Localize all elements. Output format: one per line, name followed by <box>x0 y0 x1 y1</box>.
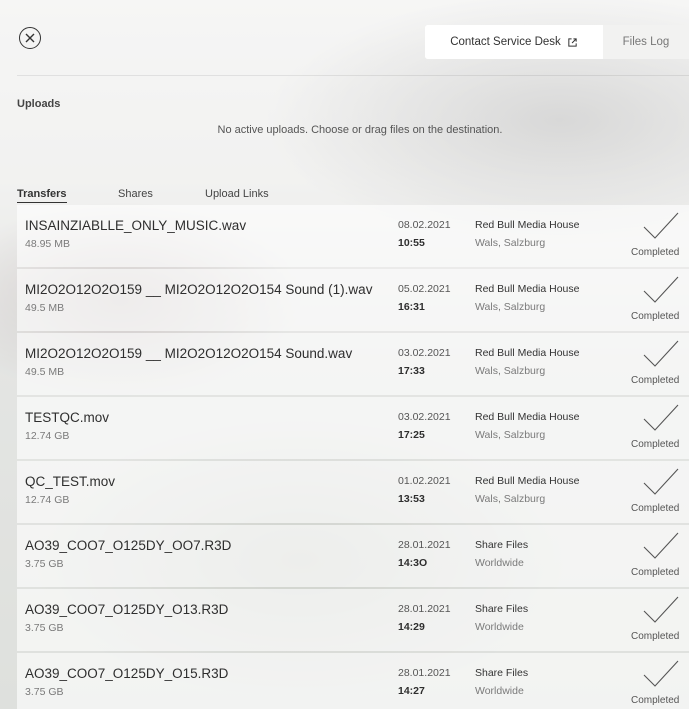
transfer-organization: Red Bull Media House <box>475 411 580 423</box>
transfer-location: Wals, Salzburg <box>475 493 546 505</box>
checkmark-icon <box>643 404 679 431</box>
close-button[interactable] <box>19 27 41 49</box>
transfer-time: 14:27 <box>398 685 425 697</box>
transfer-location: Worldwide <box>475 685 524 697</box>
transfer-row[interactable]: QC_TEST.mov 12.74 GB 01.02.2021 13:53 Red Bu… <box>17 461 689 523</box>
transfer-file-size: 3.75 GB <box>25 622 64 634</box>
transfer-status: Completed <box>631 567 680 578</box>
transfer-file-name: MI2O2O12O2O159 __ MI2O2O12O2O154 Sound (… <box>25 282 373 297</box>
transfer-row[interactable]: MI2O2O12O2O159 __ MI2O2O12O2O154 Sound.w… <box>17 333 689 395</box>
transfer-file-size: 3.75 GB <box>25 686 64 698</box>
transfer-organization: Share Files <box>475 603 529 615</box>
transfer-location: Wals, Salzburg <box>475 429 546 441</box>
transfer-time: 14:29 <box>398 621 425 633</box>
transfer-organization: Red Bull Media House <box>475 283 580 295</box>
close-icon <box>25 33 35 43</box>
transfer-date: 03.02.2021 <box>398 411 451 423</box>
transfer-location: Worldwide <box>475 621 524 633</box>
transfer-organization: Red Bull Media House <box>475 219 580 231</box>
checkmark-icon <box>643 596 679 623</box>
tab-transfers[interactable]: Transfers <box>17 188 118 204</box>
transfer-time: 17:33 <box>398 365 425 377</box>
checkmark-icon <box>643 276 679 303</box>
transfer-file-name: TESTQC.mov <box>25 410 110 425</box>
transfer-row[interactable]: AO39_COO7_O125DY_O15.R3D 3.75 GB 28.01.202… <box>17 653 689 709</box>
transfer-date: 05.02.2021 <box>398 283 451 295</box>
transfer-status: Completed <box>631 375 680 386</box>
contact-service-desk-label: Contact Service Desk <box>450 36 561 48</box>
transfer-row[interactable]: AO39_COO7_O125DY_O13.R3D 3.75 GB 28.01.202… <box>17 589 689 651</box>
transfer-file-name: MI2O2O12O2O159 __ MI2O2O12O2O154 Sound.w… <box>25 346 353 361</box>
transfer-organization: Share Files <box>475 539 529 551</box>
transfer-time: 13:53 <box>398 493 425 505</box>
transfer-date: 03.02.2021 <box>398 347 451 359</box>
transfer-time: 14:3O <box>398 557 428 569</box>
transfer-row[interactable]: TESTQC.mov 12.74 GB 03.02.2021 17:25 Red Bul… <box>17 397 689 459</box>
transfer-organization: Red Bull Media House <box>475 475 580 487</box>
transfer-time: 17:25 <box>398 429 425 441</box>
transfer-status: Completed <box>631 247 680 258</box>
transfer-date: 08.02.2021 <box>398 219 451 231</box>
transfer-status: Completed <box>631 439 680 450</box>
transfer-file-name: QC_TEST.mov <box>25 474 116 489</box>
tab-upload-links[interactable]: Upload Links <box>205 188 285 204</box>
checkmark-icon <box>643 532 679 559</box>
uploads-empty-message: No active uploads. Choose or drag files … <box>217 124 503 136</box>
transfer-organization: Red Bull Media House <box>475 347 580 359</box>
transfer-status: Completed <box>631 695 680 706</box>
checkmark-icon <box>643 212 679 239</box>
transfer-list: INSAINZIABLLE_ONLY_MUSIC.wav 48.95 MB 08.0… <box>17 205 689 709</box>
checkmark-icon <box>643 340 679 367</box>
top-actions: Contact Service Desk Files Log <box>425 25 689 59</box>
external-link-icon <box>568 37 577 47</box>
checkmark-icon <box>643 660 679 687</box>
transfer-date: 28.01.2021 <box>398 603 451 615</box>
uploads-heading: Uploads <box>17 98 61 110</box>
transfer-file-size: 12.74 GB <box>25 494 70 506</box>
transfer-organization: Share Files <box>475 667 529 679</box>
transfer-time: 10:55 <box>398 237 425 249</box>
transfer-row[interactable]: MI2O2O12O2O159 __ MI2O2O12O2O154 Sound (… <box>17 269 689 331</box>
transfer-time: 16:31 <box>398 301 425 313</box>
tab-shares[interactable]: Shares <box>118 188 205 204</box>
transfer-status: Completed <box>631 503 680 514</box>
transfer-file-name: INSAINZIABLLE_ONLY_MUSIC.wav <box>25 218 247 233</box>
transfer-date: 28.01.2021 <box>398 667 451 679</box>
transfer-file-name: AO39_COO7_O125DY_O13.R3D <box>25 602 229 617</box>
checkmark-icon <box>643 468 679 495</box>
transfer-file-size: 12.74 GB <box>25 430 70 442</box>
transfer-date: 01.02.2021 <box>398 475 451 487</box>
transfer-file-size: 49.5 MB <box>25 302 65 314</box>
transfers-panel: Contact Service Desk Files Log Uploads N… <box>0 0 689 709</box>
transfer-status: Completed <box>631 631 680 642</box>
transfer-file-size: 3.75 GB <box>25 558 64 570</box>
transfer-file-size: 48.95 MB <box>25 238 70 250</box>
transfer-status: Completed <box>631 311 680 322</box>
transfer-file-name: AO39_COO7_O125DY_OO7.R3D <box>25 538 232 553</box>
contact-service-desk-button[interactable]: Contact Service Desk <box>425 25 603 59</box>
transfer-location: Wals, Salzburg <box>475 365 546 377</box>
files-log-button[interactable]: Files Log <box>603 25 689 59</box>
transfer-file-size: 49.5 MB <box>25 366 65 378</box>
transfer-row[interactable]: INSAINZIABLLE_ONLY_MUSIC.wav 48.95 MB 08.0… <box>17 205 689 267</box>
transfer-location: Worldwide <box>475 557 524 569</box>
transfer-row[interactable]: AO39_COO7_O125DY_OO7.R3D 3.75 GB 28.01.202… <box>17 525 689 587</box>
transfer-location: Wals, Salzburg <box>475 301 546 313</box>
transfer-date: 28.01.2021 <box>398 539 451 551</box>
transfer-location: Wals, Salzburg <box>475 237 546 249</box>
transfer-tabs: Transfers Shares Upload Links <box>17 188 285 204</box>
transfer-file-name: AO39_COO7_O125DY_O15.R3D <box>25 666 229 681</box>
header-divider <box>17 75 689 76</box>
